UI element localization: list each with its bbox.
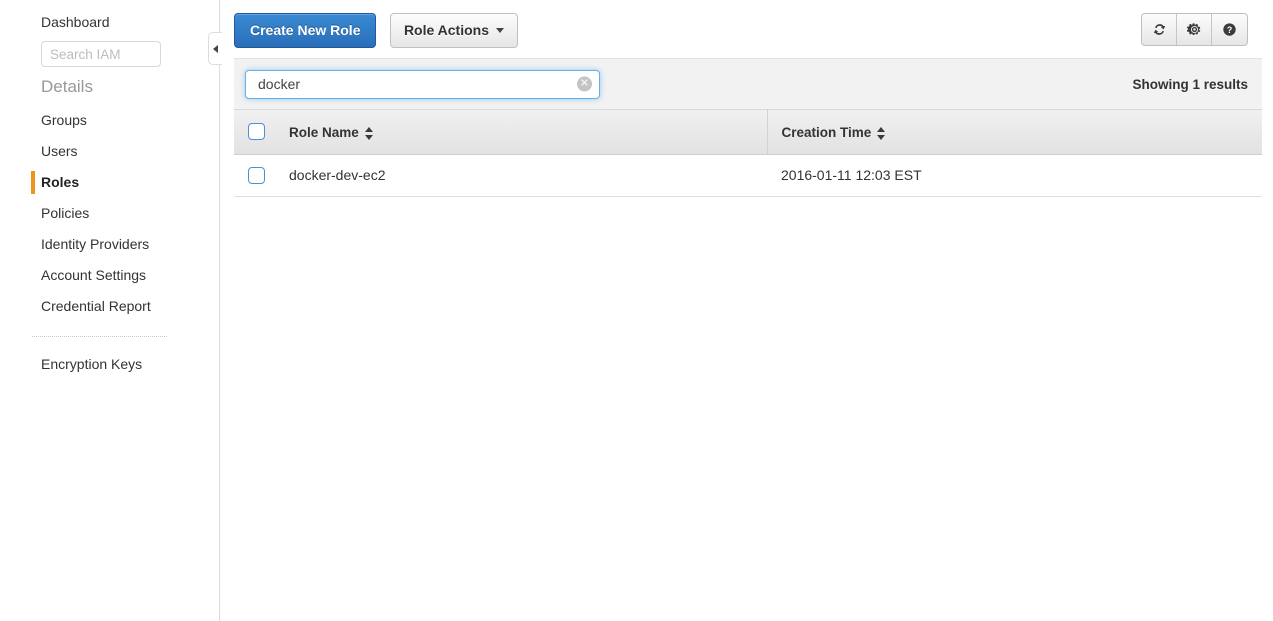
sidebar-item-roles[interactable]: Roles bbox=[0, 167, 219, 198]
cell-creation-time: 2016-01-11 12:03 EST bbox=[767, 154, 1262, 197]
clear-search-icon[interactable]: ✕ bbox=[577, 76, 592, 92]
create-new-role-button[interactable]: Create New Role bbox=[234, 13, 377, 48]
column-header-role-name[interactable]: Role Name bbox=[279, 110, 768, 155]
caret-left-icon bbox=[213, 44, 218, 53]
search-iam-input[interactable] bbox=[41, 41, 161, 67]
select-all-checkbox[interactable] bbox=[248, 123, 265, 141]
toolbar: Create New Role Role Actions ? bbox=[221, 0, 1273, 58]
sidebar-collapse-button[interactable] bbox=[208, 32, 222, 65]
role-actions-label: Role Actions bbox=[403, 22, 489, 38]
roles-table: Role Name Creation Time docker-dev-ec2 2… bbox=[234, 110, 1262, 197]
refresh-button[interactable] bbox=[1142, 14, 1177, 45]
column-header-creation-time[interactable]: Creation Time bbox=[767, 110, 1262, 155]
row-checkbox[interactable] bbox=[248, 166, 265, 184]
refresh-icon bbox=[1153, 24, 1165, 35]
sidebar-item-identity-providers[interactable]: Identity Providers bbox=[0, 229, 219, 260]
select-all-header bbox=[234, 110, 279, 155]
role-actions-dropdown[interactable]: Role Actions bbox=[389, 13, 518, 48]
sidebar-item-credential-report[interactable]: Credential Report bbox=[0, 291, 219, 322]
sidebar: Dashboard Details Groups Users Roles Pol… bbox=[0, 0, 220, 621]
iam-roles-page: Dashboard Details Groups Users Roles Pol… bbox=[0, 0, 1273, 621]
sidebar-item-label: Dashboard bbox=[41, 14, 110, 30]
sidebar-item-label: Identity Providers bbox=[41, 236, 150, 252]
sidebar-item-policies[interactable]: Policies bbox=[0, 198, 219, 229]
roles-table-head: Role Name Creation Time bbox=[234, 110, 1262, 155]
sidebar-search-wrapper bbox=[0, 37, 219, 67]
sidebar-item-encryption-keys[interactable]: Encryption Keys bbox=[0, 349, 219, 380]
roles-table-body: docker-dev-ec2 2016-01-11 12:03 EST bbox=[234, 154, 1262, 197]
sidebar-item-account-settings[interactable]: Account Settings bbox=[0, 260, 219, 291]
svg-text:?: ? bbox=[1227, 25, 1232, 35]
toolbar-icon-group: ? bbox=[1141, 13, 1248, 46]
role-search-input[interactable] bbox=[245, 69, 600, 99]
sidebar-item-label: Account Settings bbox=[41, 267, 147, 283]
sidebar-item-users[interactable]: Users bbox=[0, 136, 219, 167]
sidebar-item-label: Users bbox=[41, 143, 78, 159]
help-icon: ? bbox=[1223, 23, 1236, 36]
cell-role-name: docker-dev-ec2 bbox=[279, 154, 767, 197]
column-label: Role Name bbox=[289, 124, 359, 140]
column-label: Creation Time bbox=[781, 124, 872, 140]
chevron-down-icon bbox=[495, 27, 504, 33]
role-search-wrapper: ✕ bbox=[245, 69, 600, 99]
sort-arrows-icon[interactable] bbox=[364, 126, 374, 140]
sidebar-item-label: Credential Report bbox=[41, 298, 151, 314]
sidebar-divider bbox=[32, 336, 167, 337]
sidebar-item-label: Roles bbox=[41, 174, 80, 190]
filter-bar: ✕ Showing 1 results bbox=[234, 58, 1262, 110]
sort-arrows-icon[interactable] bbox=[877, 126, 886, 140]
table-row[interactable]: docker-dev-ec2 2016-01-11 12:03 EST bbox=[234, 154, 1262, 197]
row-select-cell bbox=[234, 154, 279, 197]
sidebar-item-label: Encryption Keys bbox=[41, 356, 143, 372]
sidebar-item-label: Groups bbox=[41, 112, 87, 128]
sidebar-item-label: Policies bbox=[41, 205, 90, 221]
results-count-label: Showing 1 results bbox=[1132, 76, 1248, 92]
main-content: Create New Role Role Actions ? docker ✕ … bbox=[221, 0, 1273, 621]
settings-button[interactable] bbox=[1177, 14, 1212, 45]
sidebar-section-title-details: Details bbox=[41, 77, 93, 96]
table-header-row: Role Name Creation Time bbox=[234, 110, 1262, 155]
gear-icon bbox=[1186, 23, 1200, 35]
sidebar-item-dashboard[interactable]: Dashboard bbox=[0, 0, 219, 37]
help-button[interactable]: ? bbox=[1212, 14, 1247, 45]
sidebar-item-groups[interactable]: Groups bbox=[0, 105, 219, 136]
